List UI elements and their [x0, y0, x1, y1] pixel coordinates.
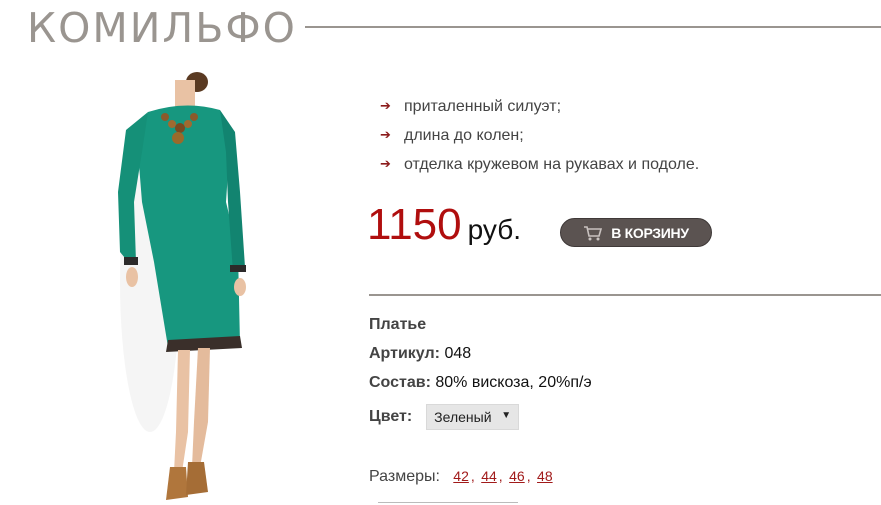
color-label: Цвет: [369, 408, 413, 425]
sizes-row: Размеры: 42, 44, 46, 48 [369, 468, 553, 485]
size-link-46[interactable]: 46 [509, 468, 525, 484]
add-to-cart-label: В КОРЗИНУ [611, 224, 689, 241]
price: 1150 руб. [367, 200, 521, 250]
price-currency: руб. [467, 214, 522, 245]
article-value: 048 [444, 345, 472, 362]
arrow-icon: ➔ [380, 99, 391, 114]
feature-item: ➔ приталенный силуэт; [380, 92, 699, 121]
arrow-icon: ➔ [380, 128, 391, 143]
color-select-value: Зеленый [434, 409, 492, 425]
brand-title: КОМИЛЬФО [27, 4, 297, 52]
size-link-48[interactable]: 48 [537, 468, 553, 484]
article-label: Артикул: [369, 345, 440, 362]
cart-icon [584, 225, 603, 240]
add-to-cart-button[interactable]: В КОРЗИНУ [560, 218, 712, 247]
header-divider [305, 26, 881, 28]
arrow-icon: ➔ [380, 157, 391, 172]
feature-item: ➔ отделка кружевом на рукавах и подоле. [380, 150, 699, 179]
size-link-42[interactable]: 42 [453, 468, 469, 484]
color-select[interactable]: Зеленый ▼ [426, 404, 520, 430]
size-link-44[interactable]: 44 [481, 468, 497, 484]
price-value: 1150 [367, 200, 462, 249]
bottom-divider [378, 502, 518, 503]
sizes-label: Размеры: [369, 468, 440, 485]
product-name: Платье [369, 316, 427, 333]
product-image [118, 72, 246, 500]
composition-label: Состав: [369, 374, 431, 391]
feature-item: ➔ длина до колен; [380, 121, 699, 150]
color-row: Цвет: Зеленый ▼ [369, 404, 520, 430]
section-divider [369, 294, 881, 296]
dropdown-caret-icon: ▼ [501, 410, 512, 421]
product-details: Платье Артикул: 048 Состав: 80% вискоза,… [369, 314, 592, 401]
feature-list: ➔ приталенный силуэт; ➔ длина до колен; ➔ о… [380, 92, 699, 179]
composition-value: 80% вискоза, 20%п/э [435, 374, 592, 391]
